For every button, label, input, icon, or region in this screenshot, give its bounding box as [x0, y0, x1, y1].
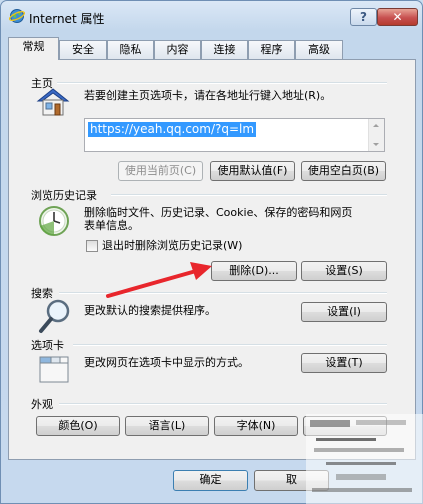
tabs-description: 更改网页在选项卡中显示的方式。: [84, 356, 249, 369]
help-button[interactable]: ?: [350, 8, 377, 26]
delete-history-on-exit-checkbox[interactable]: [86, 240, 98, 252]
history-description-line2: 表单信息。: [84, 219, 139, 232]
tabs-section-label: 选项卡: [31, 339, 64, 352]
languages-button[interactable]: 语言(L): [125, 416, 209, 436]
tab-security[interactable]: 安全: [59, 40, 107, 59]
home-section-divider: [57, 82, 387, 84]
tab-connections[interactable]: 连接: [201, 40, 248, 59]
appearance-section-label: 外观: [31, 398, 53, 411]
tab-programs[interactable]: 程序: [248, 40, 295, 59]
tab-privacy[interactable]: 隐私: [107, 40, 154, 59]
search-settings-button[interactable]: 设置(I): [301, 302, 387, 322]
history-section-divider: [111, 194, 387, 196]
home-page-url-text: https://yeah.qq.com/?q=lm: [88, 122, 257, 137]
tabs-settings-button[interactable]: 设置(T): [301, 353, 387, 373]
use-default-button[interactable]: 使用默认值(F): [210, 161, 295, 181]
magnifier-icon: [39, 299, 70, 333]
history-settings-button[interactable]: 设置(S): [301, 261, 387, 281]
tab-content[interactable]: 内容: [154, 40, 201, 59]
colors-button[interactable]: 颜色(O): [36, 416, 120, 436]
ok-button[interactable]: 确定: [173, 470, 248, 491]
house-icon: [36, 88, 70, 116]
use-current-page-button[interactable]: 使用当前页(C): [118, 161, 203, 181]
home-page-url-field[interactable]: https://yeah.qq.com/?q=lm: [84, 118, 385, 152]
delete-history-on-exit-label: 退出时删除浏览历史记录(W): [102, 239, 243, 252]
delete-history-button[interactable]: 删除(D)...: [211, 261, 297, 281]
history-description-line1: 删除临时文件、历史记录、Cookie、保存的密码和网页: [84, 206, 353, 219]
search-section-divider: [59, 292, 387, 294]
home-description: 若要创建主页选项卡，请在各地址行键入地址(R)。: [84, 89, 332, 102]
internet-globe-icon: [9, 9, 25, 23]
url-scrollbar[interactable]: [368, 119, 384, 151]
window-title: Internet 属性: [29, 12, 105, 26]
close-button[interactable]: ✕: [377, 8, 418, 26]
scroll-up-arrow-icon: [373, 124, 379, 127]
title-bar: Internet 属性 ? ✕: [1, 1, 422, 31]
history-section-label: 浏览历史记录: [31, 189, 97, 202]
tabs-section-divider: [73, 344, 387, 346]
watermark-logo: [306, 414, 423, 504]
use-blank-page-button[interactable]: 使用空白页(B): [301, 161, 386, 181]
tabs-window-icon: [39, 356, 69, 383]
scroll-down-arrow-icon: [373, 143, 379, 146]
search-description: 更改默认的搜索提供程序。: [84, 304, 216, 317]
appearance-section-divider: [59, 403, 387, 405]
history-clock-icon: [39, 206, 69, 236]
fonts-button[interactable]: 字体(N): [214, 416, 298, 436]
tab-advanced[interactable]: 高级: [295, 40, 343, 59]
tab-general[interactable]: 常规: [8, 37, 59, 60]
